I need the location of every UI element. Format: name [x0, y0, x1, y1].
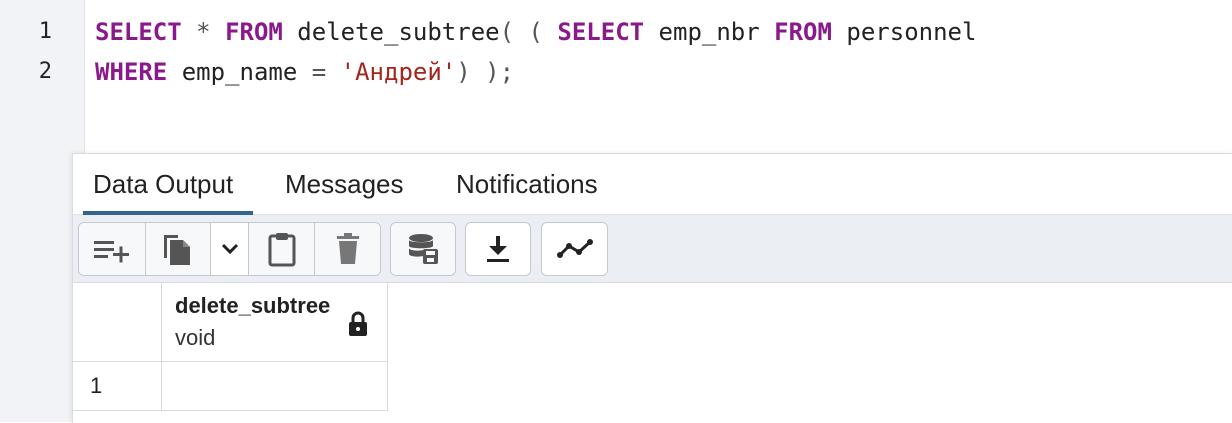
chevron-down-icon: [221, 243, 238, 255]
line-number: 2: [38, 59, 52, 84]
download-button[interactable]: [466, 223, 530, 275]
tab-notifications[interactable]: Notifications: [456, 154, 598, 214]
delete-icon: [336, 233, 359, 264]
graph-button-group: [541, 222, 608, 276]
add-row-icon: [94, 241, 129, 263]
save-data-icon: [409, 234, 438, 264]
code-line-2[interactable]: WHERE emp_name = 'Андрей') );: [95, 52, 514, 92]
save-data-button[interactable]: [391, 223, 455, 275]
code-token-op: =: [311, 58, 341, 86]
column-name: delete_subtree: [175, 293, 331, 318]
code-line-1[interactable]: SELECT * FROM delete_subtree( ( SELECT e…: [95, 12, 976, 52]
code-token-plain: personnel: [831, 18, 977, 46]
copy-icon: [164, 235, 190, 265]
code-token-kw: WHERE: [95, 58, 168, 86]
code-token-kw: SELECT: [557, 18, 645, 46]
graph-visualiser-button[interactable]: [542, 223, 607, 275]
copy-options-dropdown[interactable]: [211, 223, 249, 275]
code-token-kw: FROM: [225, 18, 283, 46]
code-token-kw: FROM: [774, 18, 832, 46]
tab-messages[interactable]: Messages: [285, 154, 404, 214]
lock-icon: [349, 311, 367, 336]
code-token-kw: SELECT: [95, 18, 182, 46]
column-type: void: [175, 325, 216, 350]
copy-button[interactable]: [146, 223, 211, 275]
paste-icon: [268, 233, 295, 267]
edit-button-group: [78, 222, 381, 276]
save-button-group: [390, 222, 456, 276]
code-token-plain: emp_name: [167, 58, 312, 86]
results-panel: Data Output Messages Notifications delet…: [72, 153, 1232, 423]
code-token-op: *: [181, 18, 226, 46]
add-row-button[interactable]: [79, 223, 146, 275]
column-header-delete-subtree[interactable]: delete_subtree void: [162, 283, 388, 362]
paste-button[interactable]: [249, 223, 315, 275]
results-tabs: Data Output Messages Notifications: [73, 154, 1232, 215]
data-toolbar: [73, 215, 1232, 283]
tab-data-output[interactable]: Data Output: [82, 154, 254, 215]
delete-button[interactable]: [315, 223, 380, 275]
code-token-op: ) );: [456, 58, 515, 86]
download-icon: [487, 236, 509, 262]
code-token-plain: emp_nbr: [644, 18, 775, 46]
graph-icon: [556, 239, 593, 258]
table-cell[interactable]: [162, 362, 388, 411]
line-number: 1: [38, 19, 52, 44]
code-token-plain: delete_subtree: [282, 18, 500, 46]
download-button-group: [465, 222, 531, 276]
grid-corner-cell[interactable]: [73, 283, 162, 362]
row-number-cell[interactable]: 1: [73, 362, 162, 411]
code-token-str: 'Андрей': [340, 58, 457, 86]
row-number: 1: [90, 373, 103, 398]
code-token-op: ( (: [499, 18, 558, 46]
